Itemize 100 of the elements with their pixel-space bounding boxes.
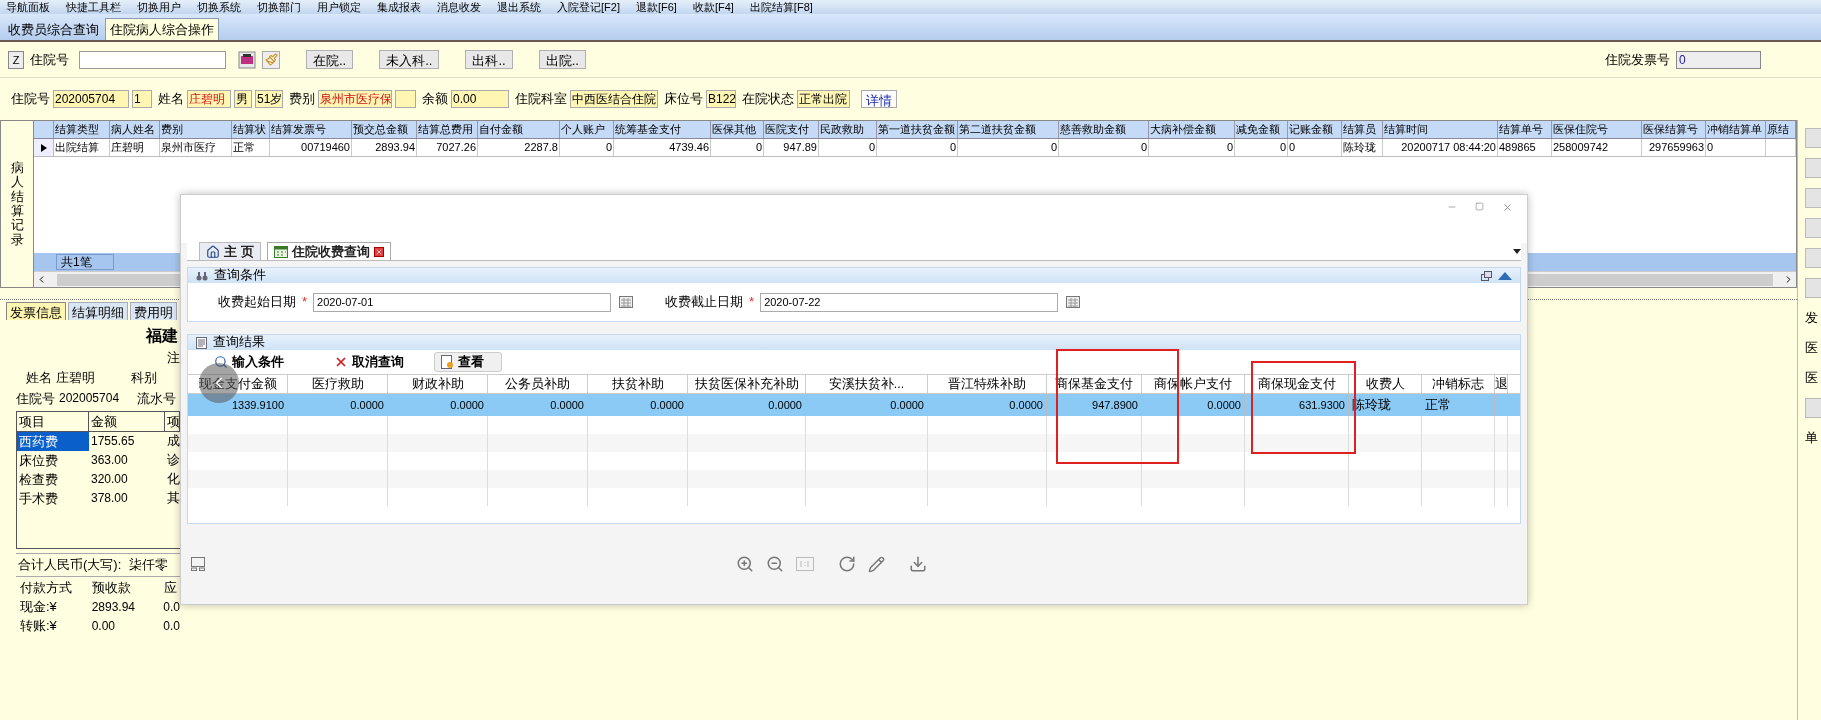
filter-button[interactable]: 在院.. bbox=[306, 50, 354, 69]
column-header[interactable]: 商保现金支付 bbox=[1257, 375, 1336, 393]
tab[interactable]: 主 页 bbox=[199, 242, 261, 260]
column-header[interactable]: 公务员补助 bbox=[505, 375, 570, 393]
column-header[interactable]: 收费人 bbox=[1365, 375, 1405, 393]
side-button-label[interactable]: 医 bbox=[1805, 368, 1821, 388]
toolbar-button[interactable]: 消息收发 bbox=[435, 0, 483, 14]
pencil-icon[interactable] bbox=[867, 555, 885, 573]
tab[interactable]: 费用明 bbox=[130, 302, 177, 320]
column-header[interactable]: 财政补助 bbox=[411, 375, 464, 393]
column-header[interactable]: 结算状 bbox=[232, 121, 270, 138]
column-header[interactable]: 结算类型 bbox=[54, 121, 110, 138]
column-header[interactable]: 退 bbox=[1495, 375, 1507, 393]
column-header[interactable]: 医保结算号 bbox=[1642, 121, 1706, 138]
info-field[interactable]: 0.00 bbox=[451, 90, 509, 108]
zoom-out-icon[interactable] bbox=[765, 555, 784, 573]
toolbar-button[interactable]: 切换部门 bbox=[255, 0, 303, 14]
table-cell-text: 0 bbox=[755, 140, 762, 156]
column-header[interactable]: 冲销标志 bbox=[1432, 375, 1484, 393]
toolbar-button[interactable]: 退款[F6] bbox=[633, 0, 679, 14]
filter-button[interactable]: 出科.. bbox=[465, 50, 513, 69]
column-header[interactable]: 原结 bbox=[1766, 121, 1796, 138]
column-header[interactable]: 费别 bbox=[160, 121, 232, 138]
info-field[interactable]: 正常出院 bbox=[797, 90, 850, 108]
info-field[interactable]: 202005704 bbox=[53, 90, 129, 108]
info-field[interactable]: B122 bbox=[706, 90, 736, 108]
tab[interactable]: 住院收费查询 bbox=[266, 242, 391, 260]
calendar-icon[interactable] bbox=[1066, 296, 1081, 308]
column-header[interactable]: 民政救助 bbox=[819, 121, 877, 138]
toolbar-button[interactable]: 用户锁定 bbox=[315, 0, 363, 14]
calendar-icon[interactable] bbox=[619, 296, 634, 308]
column-header[interactable]: 晋江特殊补助 bbox=[948, 375, 1026, 393]
column-header[interactable]: 预交总金额 bbox=[352, 121, 417, 138]
filter-button[interactable]: 出院.. bbox=[538, 50, 586, 69]
column-header[interactable]: 扶贫补助 bbox=[611, 375, 664, 393]
tab[interactable]: 收费员综合查询 bbox=[4, 20, 103, 40]
info-field[interactable]: 泉州市医疗保 bbox=[318, 90, 392, 108]
column-header[interactable]: 统筹基金支付 bbox=[614, 121, 711, 138]
invoice-number-field[interactable]: 0 bbox=[1676, 50, 1761, 69]
side-button-label[interactable]: 医 bbox=[1805, 338, 1821, 358]
column-header[interactable]: 第二道扶贫金额 bbox=[958, 121, 1059, 138]
rotate-icon[interactable] bbox=[837, 555, 856, 573]
column-header[interactable]: 结算发票号 bbox=[270, 121, 352, 138]
details-button[interactable]: 详情 bbox=[861, 90, 897, 108]
toolbar-button[interactable]: 入院登记[F2] bbox=[555, 0, 622, 14]
column-header[interactable]: 医疗救助 bbox=[311, 375, 364, 393]
date-field[interactable]: 2020-07-01 bbox=[313, 292, 612, 312]
toolbar-button[interactable]: 导航面板 bbox=[4, 0, 52, 14]
toolbar-button[interactable]: 退出系统 bbox=[495, 0, 543, 14]
toolbar-button[interactable]: 快捷工具栏 bbox=[64, 0, 123, 14]
broom-icon[interactable] bbox=[262, 50, 280, 69]
column-header[interactable]: 冲销结算单 bbox=[1706, 121, 1766, 138]
info-field[interactable]: 1 bbox=[132, 90, 152, 108]
column-header[interactable]: 慈善救助金额 bbox=[1059, 121, 1149, 138]
column-header[interactable]: 病人姓名 bbox=[110, 121, 160, 138]
info-field[interactable]: 中西医结合住院 bbox=[570, 90, 658, 108]
info-field[interactable]: 51岁 bbox=[255, 90, 283, 108]
tab[interactable]: 住院病人综合操作 bbox=[105, 18, 219, 40]
column-header[interactable]: 结算总费用 bbox=[417, 121, 478, 138]
tab[interactable]: 发票信息 bbox=[6, 302, 66, 320]
column-header[interactable]: 结算单号 bbox=[1498, 121, 1552, 138]
dropdown-arrow-icon[interactable] bbox=[1513, 249, 1521, 254]
column-header[interactable]: 结算员 bbox=[1342, 121, 1383, 138]
close-icon[interactable] bbox=[1502, 202, 1513, 213]
column-header[interactable]: 减免金额 bbox=[1235, 121, 1288, 138]
input-conditions-button[interactable]: 输入条件 bbox=[208, 352, 290, 372]
info-field[interactable] bbox=[395, 90, 416, 108]
column-header[interactable]: 大病补偿金额 bbox=[1149, 121, 1235, 138]
toolbar-button[interactable]: 出院结算[F8] bbox=[747, 0, 815, 14]
info-field[interactable]: 庄碧明 bbox=[187, 90, 231, 108]
view-button[interactable]: 查看 bbox=[434, 352, 502, 372]
side-button-label[interactable]: 单 bbox=[1805, 428, 1821, 448]
toolbar-button[interactable]: 收款[F4] bbox=[690, 0, 736, 14]
restore-icon[interactable] bbox=[1481, 270, 1492, 281]
column-header[interactable]: 现金支付金额 bbox=[198, 375, 277, 393]
toolbar-button[interactable]: 切换用户 bbox=[135, 0, 183, 14]
filter-button[interactable]: 未入科.. bbox=[379, 50, 440, 69]
column-header[interactable]: 医保其他 bbox=[711, 121, 764, 138]
column-header[interactable]: 自付金额 bbox=[478, 121, 560, 138]
column-header[interactable]: 扶贫医保补充补助 bbox=[694, 375, 799, 393]
column-header[interactable]: 医保住院号 bbox=[1552, 121, 1642, 138]
column-header[interactable]: 个人账户 bbox=[560, 121, 614, 138]
zoom-in-icon[interactable] bbox=[735, 555, 754, 573]
column-header[interactable]: 记账金额 bbox=[1288, 121, 1342, 138]
column-header[interactable]: 医院支付 bbox=[764, 121, 819, 138]
toolbar-button[interactable]: 集成报表 bbox=[375, 0, 423, 14]
column-header[interactable]: 第一道扶贫金额 bbox=[877, 121, 958, 138]
cancel-query-button[interactable]: 取消查询 bbox=[328, 352, 410, 372]
date-field[interactable]: 2020-07-22 bbox=[760, 292, 1059, 312]
input-field[interactable] bbox=[79, 50, 226, 69]
column-header[interactable]: 安溪扶贫补... bbox=[828, 375, 905, 393]
tab[interactable]: 结算明细 bbox=[68, 302, 128, 320]
z-button[interactable]: Z bbox=[8, 50, 24, 69]
download-icon[interactable] bbox=[908, 555, 927, 573]
side-button-label[interactable]: 发 bbox=[1805, 308, 1821, 328]
toolbar-button[interactable]: 切换系统 bbox=[195, 0, 243, 14]
column-header[interactable]: 结算时间 bbox=[1383, 121, 1498, 138]
printer-icon[interactable] bbox=[238, 50, 256, 69]
monitor-icon[interactable] bbox=[191, 557, 205, 571]
info-field[interactable]: 男 bbox=[234, 90, 252, 108]
